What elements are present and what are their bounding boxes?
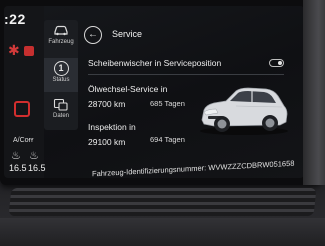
page-title: Service: [112, 29, 143, 39]
nav-item-fahrzeug[interactable]: Fahrzeug: [44, 24, 78, 45]
nav-label-status: Status: [52, 77, 70, 83]
hazard-indicator-icon[interactable]: [14, 101, 30, 117]
seat-heat-right-icon[interactable]: ♨: [29, 149, 39, 162]
nav-label-fahrzeug: Fahrzeug: [48, 39, 74, 45]
infotainment-screen: :22 ✱ A/Cᴏғғ ♨ ♨ 16.5 16.5 Fahrzeug 1 St…: [4, 6, 304, 178]
oil-service-km: 28700 km: [88, 99, 126, 109]
toggle-knob: [278, 61, 282, 65]
vin-line: Fahrzeug-Identifizierungsnummer: WVWZZZC…: [92, 158, 295, 178]
status-strip: :22 ✱ A/Cᴏғғ ♨ ♨ 16.5 16.5: [4, 6, 46, 178]
wiper-service-label: Scheibenwischer in Serviceposition: [88, 58, 222, 68]
nav-label-daten: Daten: [52, 113, 69, 119]
dashboard-panel: [0, 218, 325, 246]
nav-rail: Fahrzeug 1 Status Daten: [44, 20, 78, 130]
ac-off-label[interactable]: A/Cᴏғғ: [13, 137, 34, 144]
car-icon: [53, 24, 69, 38]
page-header: ← Service: [82, 26, 302, 44]
air-vent: [8, 188, 317, 216]
data-icon: [53, 98, 69, 112]
vehicle-illustration: [196, 82, 292, 136]
warning-light-icon: [24, 46, 34, 56]
info-icon: 1: [53, 61, 69, 76]
oil-service-days: 685 Tagen: [150, 99, 185, 108]
clock: :22: [4, 11, 26, 27]
dashboard-trim: [303, 0, 325, 185]
inspection-title: Inspektion in: [88, 122, 136, 132]
temp-right[interactable]: 16.5: [28, 163, 46, 173]
back-button[interactable]: ←: [84, 26, 102, 44]
wiper-service-row[interactable]: Scheibenwischer in Serviceposition: [88, 58, 284, 72]
arrow-left-icon: ←: [88, 29, 98, 40]
inspection-days: 694 Tagen: [150, 135, 185, 144]
inspection-km: 29100 km: [88, 137, 126, 147]
nav-item-status[interactable]: 1 Status: [44, 58, 78, 92]
divider: [88, 74, 284, 75]
seatbelt-warning-icon: ✱: [8, 42, 20, 58]
seat-heat-left-icon[interactable]: ♨: [11, 149, 21, 162]
screen-bezel: :22 ✱ A/Cᴏғғ ♨ ♨ 16.5 16.5 Fahrzeug 1 St…: [0, 0, 325, 185]
wiper-service-toggle[interactable]: [269, 59, 284, 67]
oil-service-title: Ölwechsel-Service in: [88, 84, 168, 94]
nav-item-daten[interactable]: Daten: [44, 98, 78, 119]
temp-left[interactable]: 16.5: [9, 163, 27, 173]
